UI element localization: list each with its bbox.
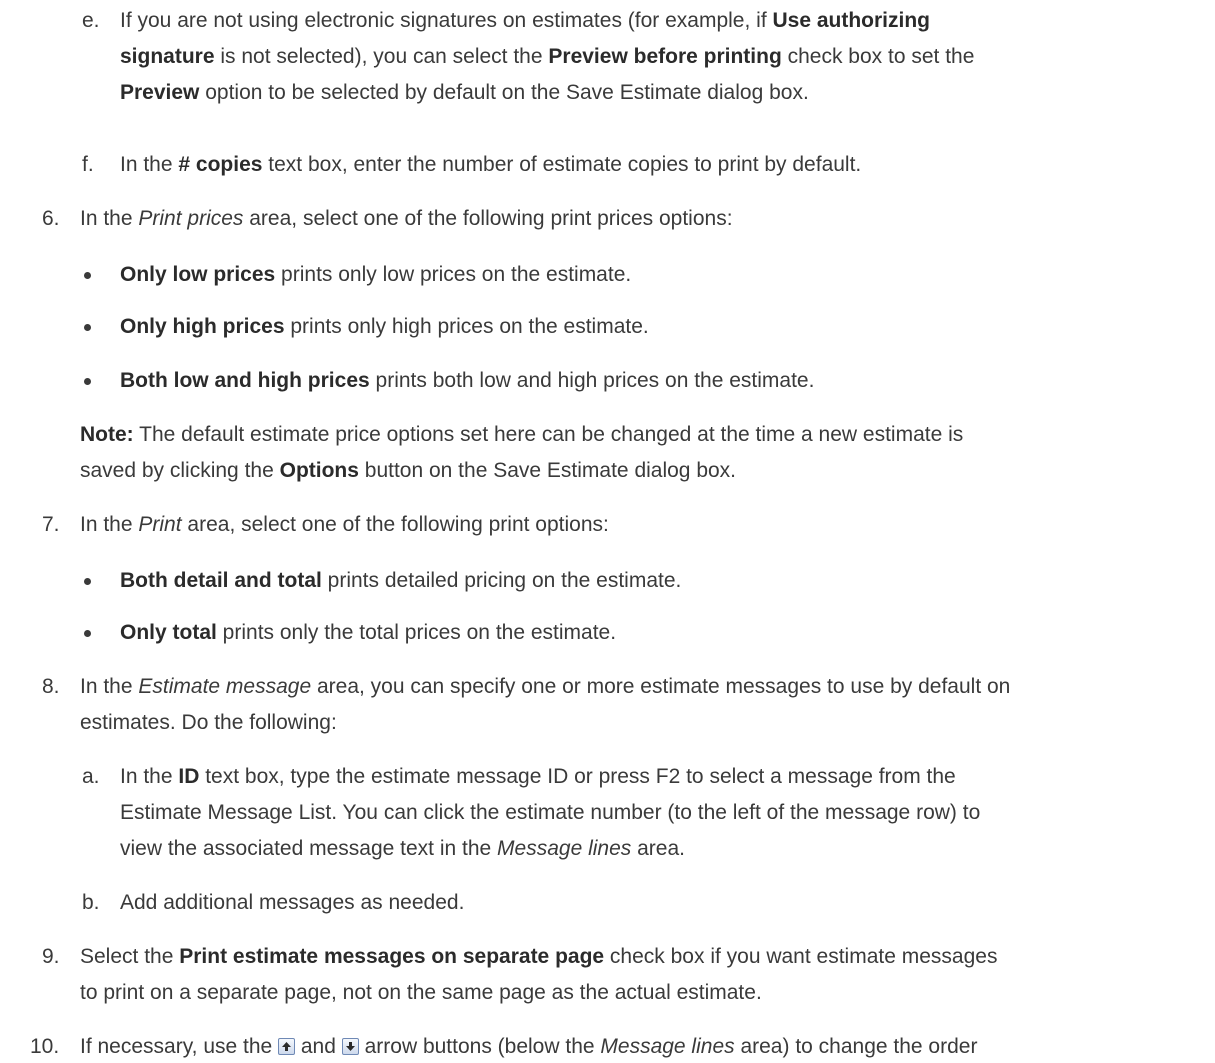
step-f-line: In the # copies text box, enter the numb… [120, 153, 862, 176]
bullet-both-detail-total: Both detail and total prints detailed pr… [120, 569, 682, 592]
step-10-number: 10. [30, 1035, 60, 1058]
move-up-arrow-button-icon [278, 1038, 296, 1055]
move-down-arrow-button-icon [341, 1038, 359, 1055]
step-8a-number: a. [82, 765, 100, 788]
document-page: e. If you are not using electronic signa… [0, 0, 1215, 1063]
step-10-line-1: If necessary, use the and arrow buttons … [80, 1035, 978, 1058]
bullet-only-total: Only total prints only the total prices … [120, 621, 617, 644]
step-7-number: 7. [42, 513, 60, 536]
step-8b-number: b. [82, 891, 100, 914]
bullet-dot [84, 578, 91, 585]
step-9-line-2: to print on a separate page, not on the … [80, 981, 762, 1004]
bullet-dot [84, 378, 91, 385]
step-f-number: f. [82, 153, 94, 176]
bullet-dot [84, 630, 91, 637]
step-7-line: In the Print area, select one of the fol… [80, 513, 609, 536]
step-e-line-2: signature is not selected), you can sele… [120, 45, 975, 68]
step-6-number: 6. [42, 207, 60, 230]
step-8b-line: Add additional messages as needed. [120, 891, 465, 914]
step-8-line-2: estimates. Do the following: [80, 711, 337, 734]
bullet-dot [84, 324, 91, 331]
step-8a-line-2: Estimate Message List. You can click the… [120, 801, 981, 824]
step-e-line-1: If you are not using electronic signatur… [120, 9, 931, 32]
step-9-line-1: Select the Print estimate messages on se… [80, 945, 998, 968]
step-9-number: 9. [42, 945, 60, 968]
bullet-both-low-high-prices: Both low and high prices prints both low… [120, 369, 815, 392]
bullet-dot [84, 272, 91, 279]
step-8-number: 8. [42, 675, 60, 698]
bullet-only-low-prices: Only low prices prints only low prices o… [120, 263, 632, 286]
step-6-line: In the Print prices area, select one of … [80, 207, 733, 230]
step-8a-line-1: In the ID text box, type the estimate me… [120, 765, 956, 788]
step-e-number: e. [82, 9, 100, 32]
bullet-only-high-prices: Only high prices prints only high prices… [120, 315, 649, 338]
note-line-2: saved by clicking the Options button on … [80, 459, 737, 482]
step-8-line-1: In the Estimate message area, you can sp… [80, 675, 1011, 698]
step-e-line-3: Preview option to be selected by default… [120, 81, 809, 104]
note-line-1: Note: The default estimate price options… [80, 423, 964, 446]
step-8a-line-3: view the associated message text in the … [120, 837, 685, 860]
